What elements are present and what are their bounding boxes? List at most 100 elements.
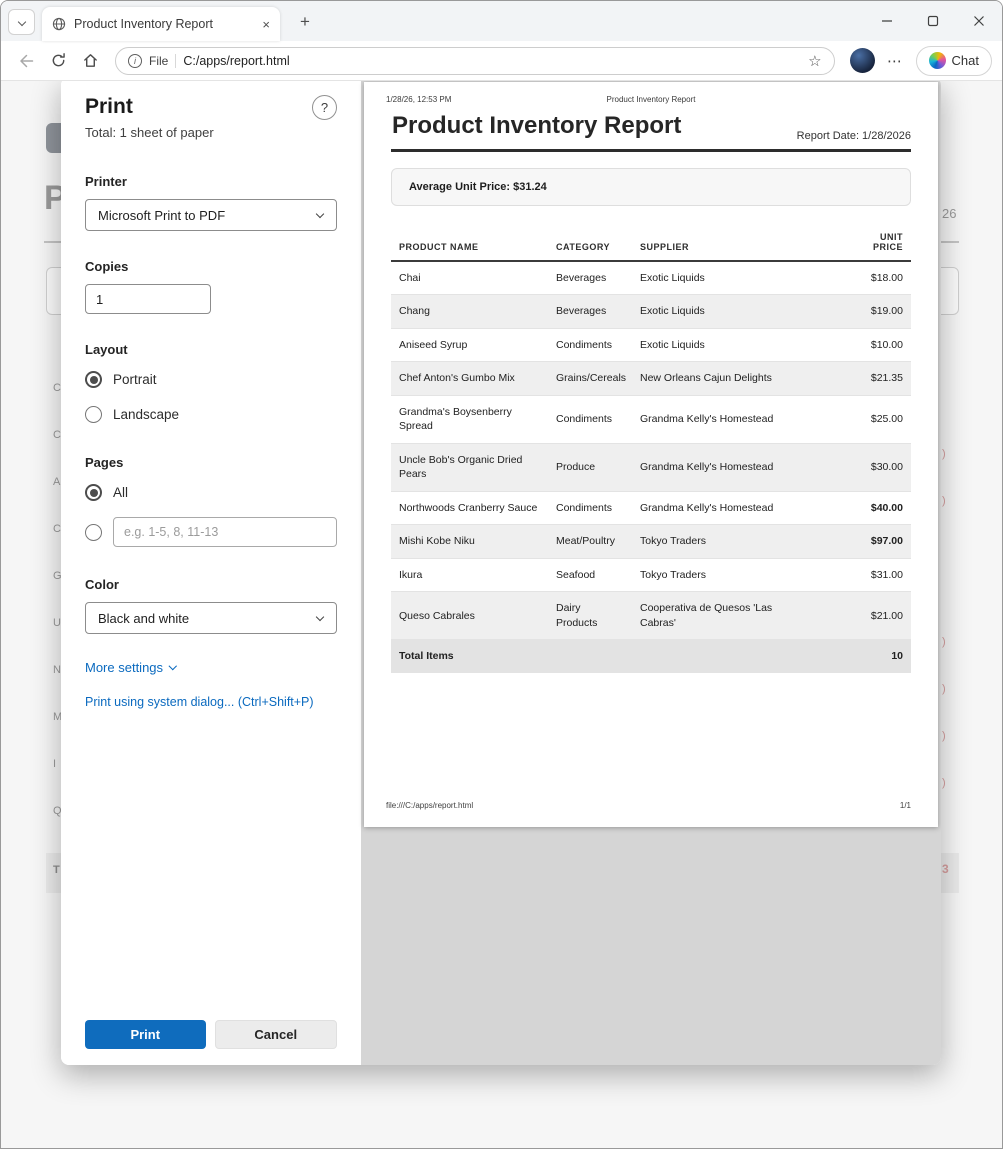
chevron-down-icon bbox=[17, 18, 25, 26]
layout-portrait-label: Portrait bbox=[113, 372, 157, 387]
help-button[interactable]: ? bbox=[312, 95, 337, 120]
cancel-button[interactable]: Cancel bbox=[215, 1020, 338, 1049]
print-dialog: Print ? Total: 1 sheet of paper Printer … bbox=[61, 81, 941, 1065]
table-row: Aniseed SyrupCondimentsExotic Liquids$10… bbox=[391, 328, 911, 361]
chevron-down-icon bbox=[169, 662, 177, 670]
print-footer-url: file:///C:/apps/report.html bbox=[386, 801, 473, 810]
radio-unchecked-icon[interactable] bbox=[85, 406, 102, 423]
profile-avatar[interactable] bbox=[850, 48, 875, 73]
report-title: Product Inventory Report bbox=[392, 112, 681, 140]
browser-titlebar: Product Inventory Report × + bbox=[1, 1, 1002, 41]
chevron-down-icon bbox=[316, 613, 324, 621]
printer-label: Printer bbox=[85, 174, 337, 189]
address-url[interactable]: C:/apps/report.html bbox=[183, 54, 801, 68]
maximize-button[interactable] bbox=[910, 1, 956, 41]
title-underline bbox=[391, 149, 911, 152]
color-select[interactable]: Black and white bbox=[85, 602, 337, 634]
background-text-fragment: U bbox=[53, 618, 61, 629]
background-text-fragment: I bbox=[53, 759, 56, 770]
table-row: Chef Anton's Gumbo MixGrains/CerealsNew … bbox=[391, 362, 911, 395]
layout-landscape-option[interactable]: Landscape bbox=[85, 406, 337, 423]
report-total-row: Total Items 10 bbox=[391, 640, 911, 673]
report-date: Report Date: 1/28/2026 bbox=[797, 130, 911, 142]
copies-input[interactable] bbox=[85, 284, 211, 314]
print-button[interactable]: Print bbox=[85, 1020, 206, 1049]
browser-tab[interactable]: Product Inventory Report × bbox=[42, 7, 280, 41]
page-content: PCCACGUNMIQT26))))))3 Print ? Total: 1 s… bbox=[1, 81, 1002, 1148]
pages-custom-option[interactable] bbox=[85, 517, 337, 547]
printer-select-value: Microsoft Print to PDF bbox=[98, 208, 225, 223]
background-text-fragment: 26 bbox=[942, 207, 956, 220]
new-tab-button[interactable]: + bbox=[293, 10, 317, 34]
browser-navbar: i File C:/apps/report.html ☆ ⋯ Chat bbox=[1, 41, 1002, 81]
radio-unchecked-icon[interactable] bbox=[85, 524, 102, 541]
layout-portrait-option[interactable]: Portrait bbox=[85, 371, 337, 388]
background-text-fragment: A bbox=[53, 477, 60, 488]
close-button[interactable] bbox=[956, 1, 1002, 41]
layout-label: Layout bbox=[85, 342, 337, 357]
info-icon[interactable]: i bbox=[128, 54, 142, 68]
report-table-head: PRODUCT NAME CATEGORY SUPPLIER UNIT PRIC… bbox=[391, 224, 911, 261]
system-dialog-link[interactable]: Print using system dialog... (Ctrl+Shift… bbox=[85, 695, 337, 709]
table-row: Queso CabralesDairy ProductsCooperativa … bbox=[391, 592, 911, 640]
print-header-datetime: 1/28/26, 12:53 PM bbox=[386, 95, 451, 104]
more-settings-link[interactable]: More settings bbox=[85, 660, 337, 675]
background-text-fragment: ) bbox=[942, 778, 946, 789]
background-text-fragment: T bbox=[53, 865, 60, 876]
browser-window: Product Inventory Report × + i File C:/a… bbox=[0, 0, 1003, 1149]
table-row: Grandma's Boysenberry SpreadCondimentsGr… bbox=[391, 395, 911, 443]
background-text-fragment: ) bbox=[942, 684, 946, 695]
radio-checked-icon[interactable] bbox=[85, 371, 102, 388]
chevron-down-icon bbox=[316, 210, 324, 218]
color-label: Color bbox=[85, 577, 337, 592]
column-header-price: UNIT PRICE bbox=[803, 224, 911, 261]
printer-select[interactable]: Microsoft Print to PDF bbox=[85, 199, 337, 231]
average-price-box: Average Unit Price: $31.24 bbox=[391, 168, 911, 206]
refresh-button[interactable] bbox=[43, 46, 73, 76]
pages-all-label: All bbox=[113, 485, 128, 500]
total-items-label: Total Items bbox=[391, 640, 803, 673]
background-text-fragment: C bbox=[53, 430, 61, 441]
pages-range-input[interactable] bbox=[113, 517, 337, 547]
tab-close-icon[interactable]: × bbox=[262, 17, 270, 32]
background-text-fragment: ) bbox=[942, 731, 946, 742]
background-text-fragment: C bbox=[53, 524, 61, 535]
favorite-star-icon[interactable]: ☆ bbox=[808, 52, 821, 70]
copies-label: Copies bbox=[85, 259, 337, 274]
address-prefix: File bbox=[149, 54, 168, 68]
background-text-fragment: N bbox=[53, 665, 61, 676]
copilot-icon bbox=[929, 52, 946, 69]
print-header-title: Product Inventory Report bbox=[607, 95, 696, 104]
radio-checked-icon[interactable] bbox=[85, 484, 102, 501]
table-row: ChaiBeveragesExotic Liquids$18.00 bbox=[391, 261, 911, 295]
report-table: PRODUCT NAME CATEGORY SUPPLIER UNIT PRIC… bbox=[391, 224, 911, 673]
back-button[interactable] bbox=[11, 46, 41, 76]
chat-button[interactable]: Chat bbox=[916, 46, 992, 76]
background-text-fragment: C bbox=[53, 383, 61, 394]
print-dialog-title: Print bbox=[85, 95, 133, 119]
address-bar[interactable]: i File C:/apps/report.html ☆ bbox=[115, 47, 835, 75]
table-row: Uncle Bob's Organic Dried PearsProduceGr… bbox=[391, 443, 911, 491]
globe-icon bbox=[52, 17, 66, 31]
browser-menu-button[interactable]: ⋯ bbox=[882, 48, 908, 74]
print-preview-page: 1/28/26, 12:53 PM Product Inventory Repo… bbox=[364, 82, 938, 827]
report-table-body: ChaiBeveragesExotic Liquids$18.00ChangBe… bbox=[391, 261, 911, 640]
minimize-button[interactable] bbox=[864, 1, 910, 41]
background-text-fragment: ) bbox=[942, 496, 946, 507]
table-row: ChangBeveragesExotic Liquids$19.00 bbox=[391, 295, 911, 328]
sheet-total-text: Total: 1 sheet of paper bbox=[85, 125, 337, 140]
window-controls bbox=[864, 1, 1002, 41]
home-button[interactable] bbox=[75, 46, 105, 76]
total-items-value: 10 bbox=[803, 640, 911, 673]
column-header-category: CATEGORY bbox=[548, 224, 632, 261]
address-divider bbox=[175, 54, 176, 68]
tab-search-button[interactable] bbox=[8, 9, 35, 35]
print-preview-area[interactable]: 1/28/26, 12:53 PM Product Inventory Repo… bbox=[361, 81, 941, 1065]
background-text-fragment: ) bbox=[942, 637, 946, 648]
print-settings-panel: Print ? Total: 1 sheet of paper Printer … bbox=[61, 81, 361, 1065]
more-settings-label: More settings bbox=[85, 660, 163, 675]
layout-landscape-label: Landscape bbox=[113, 407, 179, 422]
dialog-buttons: Print Cancel bbox=[85, 1020, 337, 1049]
color-select-value: Black and white bbox=[98, 611, 189, 626]
pages-all-option[interactable]: All bbox=[85, 484, 337, 501]
